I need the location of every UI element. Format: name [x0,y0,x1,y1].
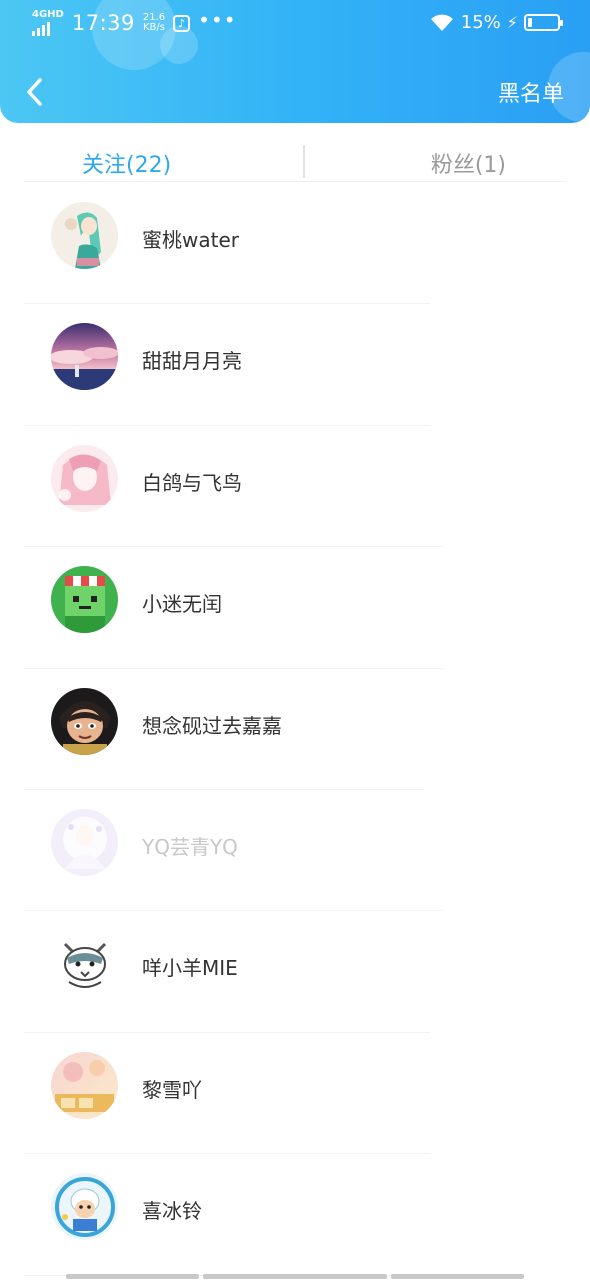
following-list: 蜜桃water 甜甜月月亮 白鸽与飞鸟 小迷无闰 想念砚过去嘉嘉 YQ芸青YQ … [0,183,590,1276]
network-speed: 21.6 KB/s [143,13,165,33]
charging-bolt-icon: ⚡ [506,12,518,32]
user-name: 黎雪吖 [142,1077,202,1102]
avatar [51,1173,118,1241]
list-item[interactable]: 甜甜月月亮 [0,304,590,426]
cartoon-sheep-avatar-icon [51,930,118,998]
music-app-icon: ♪ [173,14,191,32]
battery-icon [524,13,563,31]
user-name: 甜甜月月亮 [142,349,242,374]
list-item[interactable]: 黎雪吖 [0,1033,590,1155]
bottom-scroll-indicator [66,1274,524,1279]
list-item[interactable]: 喜冰铃 [0,1154,590,1276]
battery-level-fill [528,17,532,27]
follow-tabs: 关注(22) 粉丝(1) [0,123,590,183]
user-name: 喜冰铃 [142,1199,202,1224]
white-fairy-avatar-icon [51,808,118,876]
list-item[interactable]: 想念砚过去嘉嘉 [0,669,590,790]
chevron-left-icon [27,78,42,106]
tab-following[interactable]: 关注(22) [82,147,171,179]
pink-anime-girl-avatar-icon [51,444,118,512]
avatar [51,1051,118,1119]
status-bar: 4GHD 17:39 21.6 KB/s ♪ ••• 15% ⚡ [0,0,590,46]
avatar [51,687,118,755]
wifi-icon [430,14,453,31]
list-item[interactable]: 蜜桃water [0,183,590,305]
list-item[interactable]: YQ芸青YQ [0,790,590,912]
avatar [51,444,118,512]
avatar [51,566,118,634]
list-item[interactable]: 咩小羊MIE [0,911,590,1033]
avatar [51,808,118,876]
sunset-sky-scene-avatar-icon [51,323,118,391]
anime-girl-green-hair-avatar-icon [51,202,118,269]
blacklist-button[interactable]: 黑名单 [498,76,564,108]
user-name: YQ芸青YQ [142,834,238,859]
user-name: 想念砚过去嘉嘉 [142,713,282,738]
top-header: 4GHD 17:39 21.6 KB/s ♪ ••• 15% ⚡ 黑名单 [0,0,590,123]
list-item[interactable]: 白鸽与飞鸟 [0,426,590,548]
user-name: 咩小羊MIE [142,956,238,981]
clock: 17:39 [71,11,135,35]
user-name: 小迷无闰 [142,592,222,617]
cartoon-goat-avatar-icon [51,1173,118,1241]
avatar [51,323,118,391]
cartoon-warrior-avatar-icon [51,687,118,755]
user-name: 白鸽与飞鸟 [142,470,242,495]
battery-percent: 15% [460,11,501,33]
tab-bottom-border [24,181,566,182]
signal-indicator: 4GHD [32,10,64,36]
tab-followers[interactable]: 粉丝(1) [431,147,506,179]
peach-name-art-avatar-icon [51,1051,118,1119]
network-speed-unit: KB/s [143,22,165,33]
signal-bars-icon [32,22,64,36]
avatar [51,202,118,269]
more-notifications-icon: ••• [198,8,237,32]
back-button[interactable] [20,74,50,110]
tab-divider [303,145,305,178]
user-name: 蜜桃water [142,228,239,252]
green-block-character-avatar-icon [51,566,118,634]
network-type: 4GHD [32,9,64,20]
list-item[interactable]: 小迷无闰 [0,547,590,669]
avatar [51,930,118,998]
